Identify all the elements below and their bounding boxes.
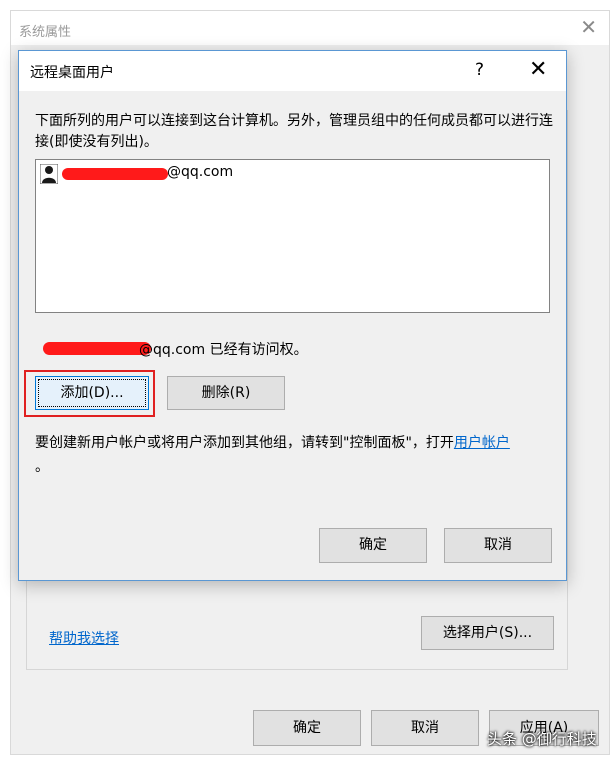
system-properties-title: 系统属性 bbox=[19, 25, 72, 40]
watermark-text: 头条 @御行科技 bbox=[487, 730, 597, 748]
cancel-button[interactable]: 取消 bbox=[444, 528, 552, 563]
access-status: @qq.com 已经有访问权。 bbox=[35, 339, 395, 361]
remote-desktop-users-dialog: 远程桌面用户 ? ✕ 下面所列的用户可以连接到这台计算机。另外，管理员组中的任何… bbox=[18, 50, 567, 581]
note-end: 。 bbox=[35, 459, 49, 475]
user-icon bbox=[40, 164, 58, 184]
close-icon[interactable]: ✕ bbox=[580, 17, 597, 37]
note-text: 要创建新用户帐户或将用户添加到其他组，请转到"控制面板"，打开 bbox=[35, 435, 454, 451]
dialog-titlebar: 远程桌面用户 ? ✕ bbox=[19, 51, 566, 91]
access-status-text: @qq.com 已经有访问权。 bbox=[139, 342, 308, 358]
dialog-note: 要创建新用户帐户或将用户添加到其他组，请转到"控制面板"，打开用户帐户 。 bbox=[35, 431, 555, 479]
user-accounts-link[interactable]: 用户帐户 bbox=[454, 435, 510, 451]
redacted-username bbox=[62, 168, 168, 180]
help-me-choose-link[interactable]: 帮助我选择 bbox=[49, 628, 119, 648]
remove-button[interactable]: 删除(R) bbox=[167, 376, 285, 410]
dialog-description: 下面所列的用户可以连接到这台计算机。另外，管理员组中的任何成员都可以进行连接(即… bbox=[35, 113, 553, 150]
user-list[interactable]: @qq.com bbox=[35, 159, 550, 313]
user-email: @qq.com bbox=[167, 164, 234, 180]
help-icon[interactable]: ? bbox=[475, 60, 484, 80]
system-properties-titlebar: 系统属性 ✕ bbox=[11, 11, 609, 45]
close-icon[interactable]: ✕ bbox=[529, 57, 547, 82]
system-ok-button[interactable]: 确定 bbox=[253, 710, 361, 746]
select-users-button[interactable]: 选择用户(S)... bbox=[421, 616, 554, 650]
ok-button[interactable]: 确定 bbox=[319, 528, 427, 563]
redacted-username bbox=[43, 342, 151, 355]
dialog-title: 远程桌面用户 bbox=[30, 65, 114, 81]
system-cancel-button[interactable]: 取消 bbox=[371, 710, 479, 746]
add-button[interactable]: 添加(D)... bbox=[35, 376, 149, 410]
